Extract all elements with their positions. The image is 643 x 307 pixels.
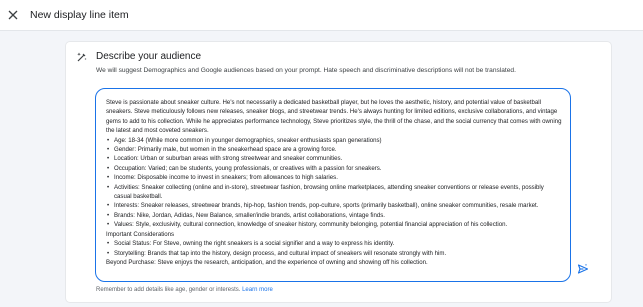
attributes-list: Age: 18-34 (While more common in younger… (106, 136, 562, 230)
learn-more-link[interactable]: Learn more (242, 287, 273, 293)
send-icon[interactable] (577, 262, 589, 274)
prompt-closing: Beyond Purchase: Steve enjoys the resear… (106, 258, 428, 266)
footer-note: Remember to add details like age, gender… (96, 287, 273, 293)
list-item: Interests: Sneaker releases, streetwear … (106, 201, 562, 211)
list-item: Location: Urban or suburban areas with s… (106, 154, 562, 164)
list-item: Storytelling: Brands that tap into the h… (106, 249, 562, 259)
list-item: Age: 18-34 (While more common in younger… (106, 136, 562, 146)
list-item: Activities: Sneaker collecting (online a… (106, 183, 562, 202)
close-icon[interactable] (6, 8, 20, 22)
top-bar: New display line item (0, 0, 643, 31)
list-item: Income: Disposable income to invest in s… (106, 173, 562, 183)
page-title: New display line item (30, 9, 129, 21)
sparkle-pencil-icon (76, 50, 88, 62)
list-item: Occupation: Varied; can be students, you… (106, 164, 562, 174)
considerations-heading: Important Considerations (106, 230, 175, 238)
panel-subtitle: We will suggest Demographics and Google … (96, 67, 516, 74)
prompt-intro: Steve is passionate about sneaker cultur… (106, 99, 562, 135)
list-item: Gender: Primarily male, but women in the… (106, 145, 562, 155)
list-item: Brands: Nike, Jordan, Adidas, New Balanc… (106, 211, 562, 221)
footer-note-text: Remember to add details like age, gender… (96, 287, 241, 293)
panel-title: Describe your audience (96, 51, 202, 62)
list-item: Social Status: For Steve, owning the rig… (106, 239, 562, 249)
describe-audience-panel: Describe your audience We will suggest D… (66, 42, 611, 302)
considerations-list: Social Status: For Steve, owning the rig… (106, 239, 562, 258)
audience-prompt-input[interactable]: Steve is passionate about sneaker cultur… (95, 88, 571, 282)
list-item: Values: Style, exclusivity, cultural con… (106, 220, 562, 230)
